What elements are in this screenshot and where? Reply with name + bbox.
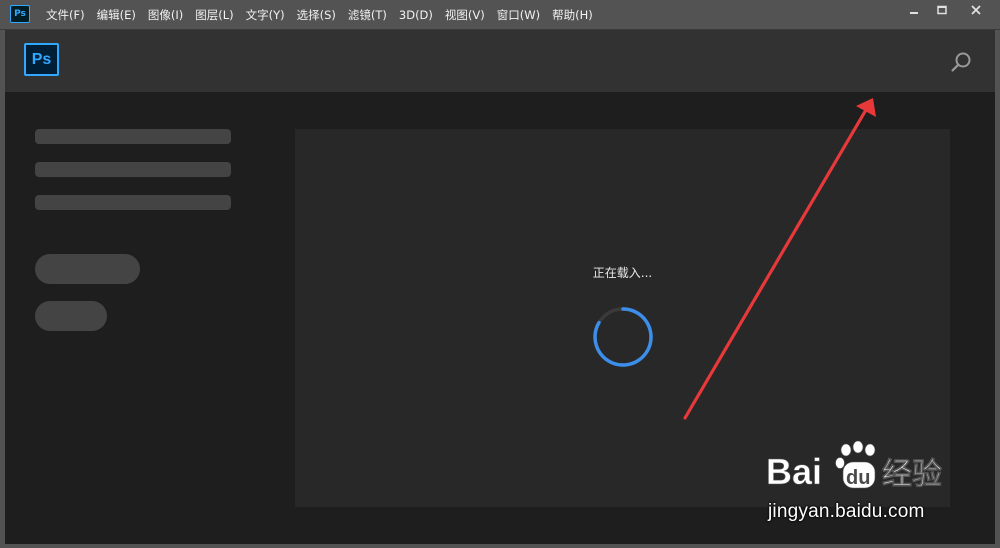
loading-text: 正在载入... (592, 266, 653, 280)
menu-3d[interactable]: 3D(D) (393, 0, 439, 30)
search-icon (951, 52, 971, 72)
menu-type[interactable]: 文字(Y) (240, 0, 291, 30)
window-frame-bottom (0, 544, 1000, 548)
photoshop-app-icon[interactable]: Ps (10, 5, 30, 23)
skeleton-button-placeholder (35, 254, 140, 284)
svg-text:Bai: Bai (766, 451, 822, 492)
svg-text:du: du (846, 467, 870, 489)
photoshop-logo: Ps (24, 43, 59, 76)
skeleton-placeholder (35, 129, 231, 144)
skeleton-placeholder (35, 195, 231, 210)
minimize-button[interactable] (900, 0, 928, 20)
menu-view[interactable]: 视图(V) (439, 0, 491, 30)
window-frame-right (995, 30, 1000, 544)
menu-select[interactable]: 选择(S) (291, 0, 342, 30)
skeleton-button-placeholder (35, 301, 107, 331)
menu-window[interactable]: 窗口(W) (491, 0, 546, 30)
search-button[interactable] (949, 50, 973, 74)
window-titlebar: Ps 文件(F) 编辑(E) 图像(I) 图层(L) 文字(Y) 选择(S) 滤… (0, 0, 1000, 30)
menu-bar: 文件(F) 编辑(E) 图像(I) 图层(L) 文字(Y) 选择(S) 滤镜(T… (40, 0, 599, 30)
maximize-icon (937, 5, 947, 15)
baidu-jingyan-watermark: Bai du 经验 jingyan.baidu.com (762, 438, 992, 538)
watermark-url: jingyan.baidu.com (768, 501, 925, 522)
window-controls (900, 0, 996, 20)
skeleton-placeholder (35, 162, 231, 177)
minimize-icon (910, 12, 918, 14)
close-button[interactable] (956, 0, 996, 20)
menu-edit[interactable]: 编辑(E) (91, 0, 142, 30)
menu-help[interactable]: 帮助(H) (546, 0, 599, 30)
svg-text:经验: 经验 (882, 457, 942, 492)
baidu-jingyan-logo: Bai du 经验 (766, 440, 942, 492)
maximize-button[interactable] (928, 0, 956, 20)
close-icon (971, 5, 981, 15)
menu-layer[interactable]: 图层(L) (189, 0, 239, 30)
home-header: Ps (5, 30, 995, 92)
menu-filter[interactable]: 滤镜(T) (342, 0, 393, 30)
menu-file[interactable]: 文件(F) (40, 0, 91, 30)
loading-spinner-icon (593, 307, 653, 367)
menu-image[interactable]: 图像(I) (142, 0, 189, 30)
